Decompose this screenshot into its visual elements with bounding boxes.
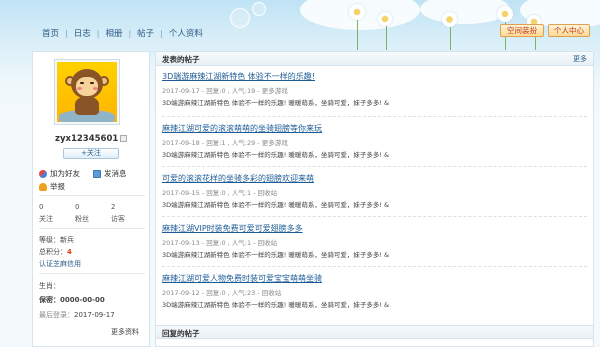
stat-fans-label: 粉丝: [75, 215, 89, 223]
daisy-decoration: [378, 12, 392, 26]
main-nav: 首页 | 日志 | 相册 | 帖子 | 个人资料: [36, 25, 209, 41]
nav-blog[interactable]: 日志: [68, 27, 97, 39]
post-excerpt: 3D端游麻辣江湖新特色 体验不一样的乐趣! 暖暖萌系，坐骑可爱，妹子多多! &: [162, 251, 390, 259]
posts-panel: 发表的帖子 更多 3D端游麻辣江湖新特色 体验不一样的乐趣! 2017-09-1…: [155, 51, 594, 347]
post-item: 3D端游麻辣江湖新特色 体验不一样的乐趣! 2017-09-17 - 回复:0 …: [162, 71, 587, 107]
post-meta: 2017-09-13 - 回复:0 , 人气:1 - 回收站: [162, 239, 278, 247]
more-info-link[interactable]: 更多资料: [111, 327, 139, 337]
profile-sidebar: zyx12345601 +关注 加为好友 发消息 举报 0 关注 0 粉丝 2 …: [32, 51, 150, 347]
replies-section-title: 回复的帖子: [162, 329, 200, 338]
nav-profile[interactable]: 个人资料: [163, 27, 209, 39]
post-title-link[interactable]: 麻辣江湖可爱的滚滚萌萌的坐骑翅膀等你来玩: [162, 123, 587, 134]
post-title-link[interactable]: 可爱的滚滚花样的坐骑多彩的翅膀欢迎来萌: [162, 173, 587, 184]
level-row: 等级：新兵: [39, 236, 74, 244]
daisy-decoration: [349, 4, 365, 20]
post-divider: [162, 266, 587, 267]
stat-following-count[interactable]: 0: [39, 203, 43, 211]
bubble-decoration: [230, 8, 250, 28]
divider: [39, 273, 145, 274]
divider: [39, 195, 145, 196]
nav-home[interactable]: 首页: [36, 27, 65, 39]
post-meta: 2017-09-17 - 回复:0 , 人气:19 - 更多游戏: [162, 87, 288, 95]
replies-section-header: 回复的帖子: [156, 325, 593, 339]
add-friend-icon: [39, 169, 47, 178]
post-title-link[interactable]: 麻辣江湖VIP时装免费可爱可爱翅膀多多: [162, 223, 587, 234]
post-title-link[interactable]: 麻辣江湖可爱人物免费时装可爱宝宝萌萌坐骑: [162, 273, 587, 284]
post-divider: [162, 166, 587, 167]
post-item: 麻辣江湖可爱的滚滚萌萌的坐骑翅膀等你来玩 2017-09-18 - 回复:1 ,…: [162, 123, 587, 159]
post-excerpt: 3D端游麻辣江湖新特色 体验不一样的乐趣! 暖暖萌系，坐骑可爱，妹子多多! &: [162, 301, 390, 309]
points-row: 总积分：4: [39, 248, 72, 256]
post-excerpt: 3D端游麻辣江湖新特色 体验不一样的乐趣! 暖暖萌系，坐骑可爱，妹子多多! &: [162, 151, 390, 159]
avatar[interactable]: [54, 59, 120, 125]
avatar-image: [57, 62, 117, 122]
post-item: 麻辣江湖VIP时装免费可爱可爱翅膀多多 2017-09-13 - 回复:0 , …: [162, 223, 587, 259]
warning-icon: [39, 182, 47, 191]
nav-posts[interactable]: 帖子: [131, 27, 160, 39]
post-item: 麻辣江湖可爱人物免费时装可爱宝宝萌萌坐骑 2017-09-12 - 回复:0 ,…: [162, 273, 587, 309]
posts-section-header: 发表的帖子 更多: [156, 52, 593, 66]
post-item: 可爱的滚滚花样的坐骑多彩的翅膀欢迎来萌 2017-09-15 - 回复:0 , …: [162, 173, 587, 209]
post-meta: 2017-09-18 - 回复:1 , 人气:29 - 更多游戏: [162, 139, 288, 147]
daisy-decoration: [497, 6, 513, 22]
last-login-row: 最后登录：2017-09-17: [39, 311, 115, 319]
space-theme-button[interactable]: 空间装扮: [500, 24, 544, 37]
post-title-link[interactable]: 3D端游麻辣江湖新特色 体验不一样的乐趣!: [162, 71, 587, 82]
report-link[interactable]: 举报: [39, 181, 65, 192]
posts-section-title: 发表的帖子: [162, 55, 200, 64]
post-divider: [162, 216, 587, 217]
bubble-decoration: [252, 2, 266, 16]
post-divider: [162, 116, 587, 117]
daisy-decoration: [442, 12, 457, 27]
zodiac-row: 生肖：: [39, 282, 60, 290]
send-message-link[interactable]: 发消息: [93, 168, 127, 179]
user-center-button[interactable]: 个人中心: [548, 24, 590, 37]
username: zyx12345601: [55, 134, 128, 144]
posts-more-link[interactable]: 更多: [573, 54, 587, 64]
post-meta: 2017-09-15 - 回复:0 , 人气:1 - 回收站: [162, 189, 278, 197]
divider: [39, 228, 145, 229]
status-icon: [120, 135, 128, 142]
add-friend-link[interactable]: 加为好友: [39, 168, 80, 179]
post-excerpt: 3D端游麻辣江湖新特色 体验不一样的乐趣! 暖暖萌系，坐骑可爱，妹子多多! &: [162, 201, 390, 209]
stat-visitors-count[interactable]: 2: [111, 203, 115, 211]
stat-fans-count[interactable]: 0: [75, 203, 79, 211]
gender-row: 保密：0000-00-00: [39, 296, 105, 304]
message-icon: [93, 169, 101, 178]
post-meta: 2017-09-12 - 回复:0 , 人气:23 - 回收站: [162, 289, 282, 297]
nav-album[interactable]: 相册: [99, 27, 128, 39]
cert-link[interactable]: 认证芝麻信用: [39, 259, 81, 269]
post-excerpt: 3D端游麻辣江湖新特色 体验不一样的乐趣! 暖暖萌系，坐骑可爱，妹子多多! &: [162, 99, 390, 107]
stat-visitors-label: 访客: [111, 215, 125, 223]
follow-button[interactable]: +关注: [63, 148, 119, 159]
stat-following-label: 关注: [39, 215, 53, 223]
